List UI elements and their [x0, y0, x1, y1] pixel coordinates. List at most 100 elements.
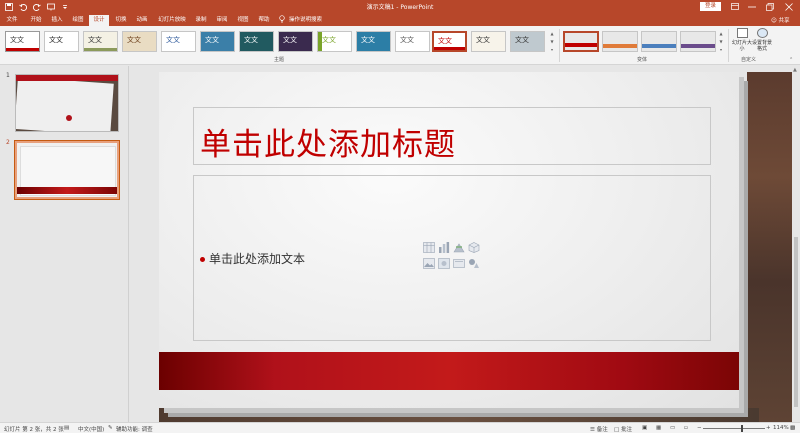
person-icon: ☺ [771, 18, 777, 24]
tab-insert[interactable]: 插入 [48, 15, 66, 26]
zoom-in-icon[interactable]: + [766, 425, 771, 431]
themes-group-label: 主题 [274, 57, 285, 63]
document-title: 演示文稿1 - PowerPoint [366, 4, 434, 11]
theme-thumb-2[interactable]: 文文 [44, 31, 79, 52]
tab-record[interactable]: 录制 [192, 15, 210, 26]
theme-thumb-10[interactable]: 文文 [356, 31, 391, 52]
slide-thumbnail-1[interactable] [15, 74, 119, 132]
insert-chart-icon[interactable] [438, 242, 450, 253]
slide-sorter-icon[interactable]: ▦ [656, 425, 661, 431]
variant-thumb-4[interactable] [680, 31, 716, 52]
theme-thumb-3[interactable]: 文文 [83, 31, 118, 52]
notes-button[interactable]: ☰ 备注 [590, 425, 608, 433]
language-indicator[interactable]: 中文(中国) [78, 425, 104, 433]
slide-editing-area: 单击此处添加标题 单击此处添加文本 [130, 66, 792, 422]
scroll-down-icon[interactable]: ▼ [549, 39, 555, 44]
restore-icon[interactable] [761, 0, 779, 13]
variant-thumb-1[interactable] [563, 31, 599, 52]
tab-file[interactable]: 文件 [3, 15, 21, 26]
scroll-up-icon[interactable]: ▲ [718, 31, 724, 36]
insert-video-icon[interactable] [453, 258, 465, 269]
share-label: 共享 [778, 18, 790, 24]
slides-thumbnail-pane: 1 2 [0, 66, 129, 422]
tab-design[interactable]: 设计 [89, 15, 109, 26]
normal-view-icon[interactable]: ▣ [642, 425, 647, 431]
close-icon[interactable] [780, 0, 798, 13]
content-placeholder[interactable]: 单击此处添加文本 [193, 175, 711, 341]
theme-thumb-5[interactable]: 文文 [161, 31, 196, 52]
themes-gallery-scroll[interactable]: ▲ ▼ ▾ [549, 31, 555, 52]
theme-thumb-1[interactable]: 文文 [5, 31, 40, 52]
minimize-icon[interactable] [743, 0, 761, 13]
slide-thumbnail-2[interactable] [14, 140, 120, 200]
theme-thumb-8[interactable]: 文文 [278, 31, 313, 52]
scroll-down-icon[interactable]: ▼ [718, 39, 724, 44]
fit-to-window-icon[interactable]: ▩ [790, 425, 795, 431]
tab-review[interactable]: 审阅 [213, 15, 231, 26]
theme-thumb-7[interactable]: 文文 [239, 31, 274, 52]
collapse-ribbon-icon[interactable]: ⌃ [789, 57, 793, 63]
scrollbar-thumb[interactable] [794, 237, 798, 407]
vertical-scrollbar[interactable]: ▲ [792, 66, 800, 422]
customize-group-label: 自定义 [741, 57, 757, 63]
scroll-up-icon[interactable]: ▲ [549, 31, 555, 36]
insert-icons-icon[interactable] [468, 258, 480, 269]
slide-counter: 幻灯片 第 2 张，共 2 张 [4, 427, 64, 433]
insert-smartart-icon[interactable] [453, 242, 465, 253]
tab-view[interactable]: 视图 [234, 15, 252, 26]
login-button[interactable]: 登录 [700, 2, 721, 11]
tab-transitions[interactable]: 切换 [112, 15, 130, 26]
reading-view-icon[interactable]: ▭ [670, 425, 675, 431]
tab-animations[interactable]: 动画 [133, 15, 151, 26]
tab-slideshow[interactable]: 幻灯片放映 [155, 15, 189, 26]
bullet-icon [200, 257, 205, 262]
theme-thumb-4[interactable]: 文文 [122, 31, 157, 52]
accessibility-icon: ✎ [108, 425, 113, 431]
slide-size-button[interactable]: 幻灯片大小 [731, 28, 753, 55]
slide-canvas[interactable]: 单击此处添加标题 单击此处添加文本 [159, 72, 739, 408]
group-divider [559, 29, 560, 62]
theme-thumb-9[interactable]: 文文 [317, 31, 352, 52]
tell-me-search[interactable]: 操作说明搜索 [289, 15, 323, 26]
format-background-button[interactable]: 设置背景格式 [751, 28, 773, 55]
spell-check-icon[interactable]: ▤ [64, 425, 69, 431]
variants-gallery-scroll[interactable]: ▲ ▼ ▾ [718, 31, 724, 52]
content-placeholder-text: 单击此处添加文本 [209, 252, 306, 266]
brick-background [747, 72, 792, 422]
accessibility-status[interactable]: 辅助功能: 调查 [116, 425, 153, 433]
slide-red-band [159, 352, 739, 390]
zoom-out-icon[interactable]: − [697, 425, 702, 431]
share-button[interactable]: ☺ 共享 [771, 16, 790, 24]
comments-icon: □ [614, 427, 620, 433]
zoom-slider[interactable] [703, 428, 765, 429]
variant-thumb-3[interactable] [641, 31, 677, 52]
more-icon[interactable]: ▾ [718, 47, 724, 52]
variant-thumb-2[interactable] [602, 31, 638, 52]
title-placeholder[interactable]: 单击此处添加标题 [193, 107, 711, 165]
zoom-slider-knob[interactable] [741, 425, 743, 432]
slideshow-view-icon[interactable]: ▫ [684, 425, 688, 431]
tab-help[interactable]: 帮助 [255, 15, 273, 26]
theme-thumb-6[interactable]: 文文 [200, 31, 235, 52]
ribbon-tabs: 文件 开始 插入 绘图 设计 切换 动画 幻灯片放映 录制 审阅 视图 帮助 操… [0, 13, 800, 26]
insert-picture-icon[interactable] [423, 258, 435, 269]
notes-icon: ☰ [590, 427, 595, 433]
slide-size-icon [736, 28, 748, 38]
insert-stock-images-icon[interactable] [438, 258, 450, 269]
insert-3d-model-icon[interactable] [468, 242, 480, 253]
insert-table-icon[interactable] [423, 242, 435, 253]
zoom-level[interactable]: 114% [773, 425, 789, 431]
scroll-up-icon[interactable]: ▲ [793, 67, 797, 73]
theme-thumb-14[interactable]: 文文 [510, 31, 545, 52]
title-placeholder-text: 单击此处添加标题 [200, 127, 456, 163]
tab-draw[interactable]: 绘图 [69, 15, 87, 26]
theme-thumb-12[interactable]: 文文 [432, 31, 467, 52]
variants-group-label: 变体 [637, 57, 648, 63]
ribbon-display-icon[interactable] [726, 0, 744, 13]
theme-thumb-13[interactable]: 文文 [471, 31, 506, 52]
comments-button[interactable]: □ 批注 [614, 425, 632, 433]
theme-thumb-11[interactable]: 文文 [395, 31, 430, 52]
more-icon[interactable]: ▾ [549, 47, 555, 52]
tab-home[interactable]: 开始 [27, 15, 45, 26]
status-bar: 幻灯片 第 2 张，共 2 张 ▤ 中文(中国) ✎ 辅助功能: 调查 ☰ 备注… [0, 422, 800, 433]
